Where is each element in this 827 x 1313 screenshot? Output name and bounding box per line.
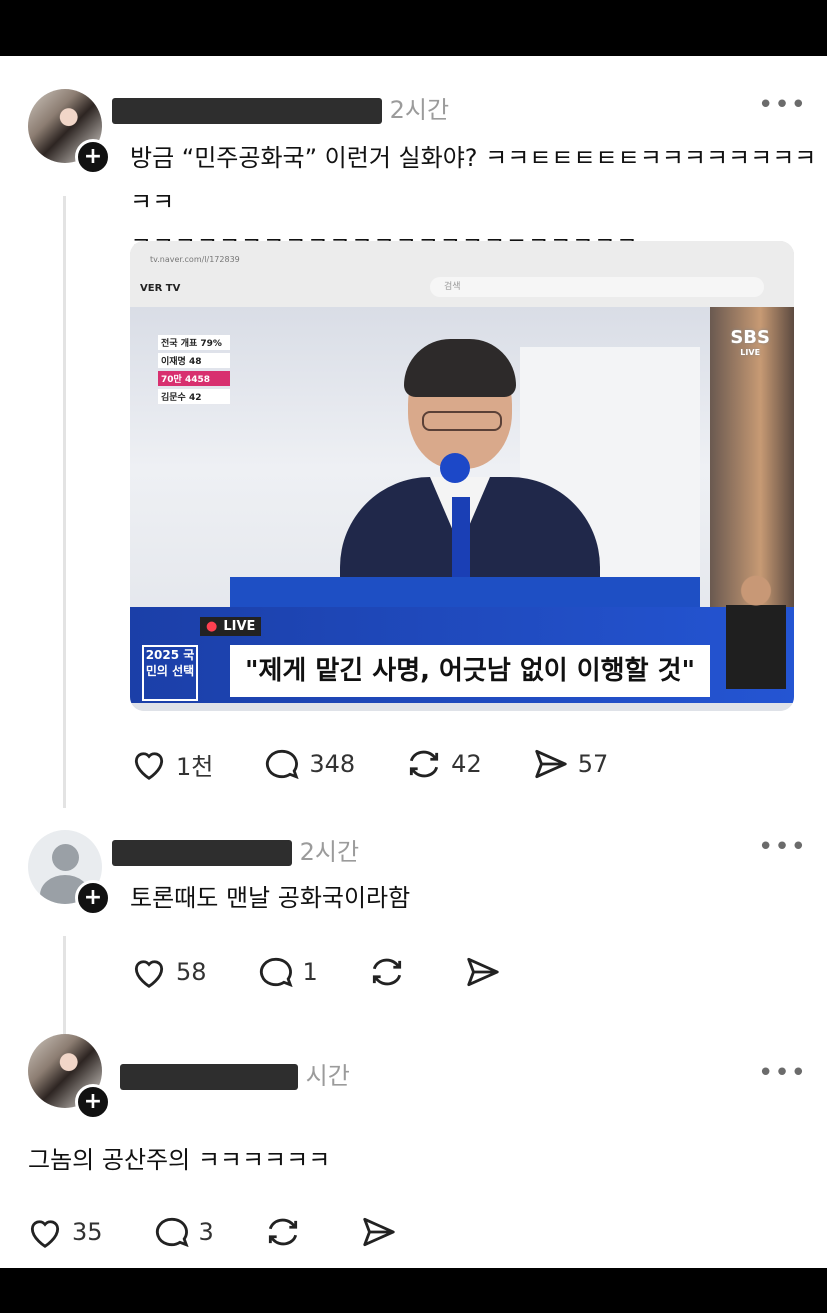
tally-row: 김문수 42	[158, 389, 230, 404]
more-options-icon[interactable]: •••	[758, 1058, 807, 1088]
post-header: 2시간	[112, 832, 359, 867]
share-button[interactable]: 57	[532, 746, 609, 782]
comment-count: 3	[198, 1218, 214, 1246]
post-time: 2시간	[299, 838, 360, 866]
news-lower-third: ● LIVE 2025 국민의 선택 "제게 맡긴 사명, 어긋남 없이 이행할 …	[130, 607, 794, 703]
more-options-icon[interactable]: •••	[758, 90, 807, 120]
comment-icon	[155, 1217, 189, 1248]
share-button[interactable]	[464, 954, 510, 990]
comment-icon	[259, 957, 293, 988]
like-button[interactable]: 35	[26, 1214, 103, 1250]
send-icon	[363, 1217, 395, 1247]
post-image[interactable]: tv.naver.com/l/172839 VER TV 검색 전국 개표 79…	[130, 241, 794, 711]
follow-plus-icon[interactable]: +	[75, 1084, 111, 1120]
redacted-username	[112, 840, 292, 866]
search-bar: 검색	[430, 277, 764, 297]
repost-icon	[372, 958, 401, 986]
comment-count: 1	[302, 958, 318, 986]
repost-button[interactable]: 42	[405, 746, 482, 782]
broadcaster-logo: SBS LIVE	[730, 327, 770, 357]
post-time: 시간	[305, 1062, 350, 1090]
post-text: 그놈의 공산주의 ㅋㅋㅋㅋㅋㅋ	[28, 1146, 331, 1174]
comment-button[interactable]: 348	[263, 746, 355, 782]
thread-line	[63, 936, 66, 1034]
like-button[interactable]: 58	[130, 954, 207, 990]
speaker-tie	[452, 497, 470, 587]
follow-plus-icon[interactable]: +	[75, 880, 111, 916]
repost-icon	[268, 1218, 297, 1246]
speaker-hair	[404, 339, 516, 397]
post-text-line: 방금 “민주공화국” 이런거 실화야? ㅋㅋㅌㅌㅌㅌㅌㅋㅋㅋㅋㅋㅋㅋㅋㅋㅋ	[130, 144, 817, 216]
repost-icon	[410, 750, 439, 778]
more-options-icon[interactable]: •••	[758, 832, 807, 862]
comment-button[interactable]: 1	[257, 954, 318, 990]
follow-plus-icon[interactable]: +	[75, 139, 111, 175]
post-text: 토론때도 맨날 공화국이라함	[130, 884, 411, 912]
heart-icon	[134, 752, 164, 780]
send-icon	[467, 957, 499, 987]
redacted-username	[112, 98, 382, 124]
comment-button[interactable]: 3	[153, 1214, 214, 1250]
send-icon	[535, 749, 567, 779]
heart-icon	[134, 960, 164, 988]
post-time: 2시간	[389, 96, 450, 124]
comment-icon	[266, 749, 299, 780]
post-actions: 58 1	[130, 954, 560, 990]
repost-count: 42	[451, 750, 482, 778]
thread-line	[63, 196, 66, 808]
post-actions: 1천 348 42 57	[130, 746, 658, 782]
brand-label: VER TV	[140, 283, 181, 294]
tally-row: 이재명 48	[158, 353, 230, 368]
tally-row: 70만 4458	[158, 371, 230, 386]
like-button[interactable]: 1천	[130, 746, 213, 782]
post-actions: 35 3	[26, 1214, 456, 1250]
post-header: 시간	[120, 1056, 350, 1091]
video-frame: 전국 개표 79% 이재명 48 70만 4458 김문수 42 SBS LIVE…	[130, 307, 794, 711]
program-badge: 2025 국민의 선택	[142, 645, 198, 701]
vote-tally: 전국 개표 79% 이재명 48 70만 4458 김문수 42	[158, 335, 230, 407]
microphone-icon	[440, 453, 470, 483]
broadcaster-sub: LIVE	[740, 348, 761, 357]
news-headline: "제게 맡긴 사명, 어긋남 없이 이행할 것"	[230, 645, 710, 697]
like-count: 35	[72, 1218, 103, 1246]
like-count: 1천	[176, 752, 214, 781]
broadcaster-name: SBS	[730, 327, 770, 348]
live-label: LIVE	[223, 619, 256, 634]
thread-screen: + 2시간 ••• 방금 “민주공화국” 이런거 실화야? ㅋㅋㅌㅌㅌㅌㅌㅋㅋㅋ…	[0, 56, 827, 1268]
comment-count: 348	[309, 750, 356, 778]
avatar-head	[52, 844, 79, 871]
sign-language-interpreter	[726, 569, 786, 689]
share-count: 57	[577, 750, 609, 778]
like-count: 58	[176, 958, 207, 986]
heart-icon	[30, 1220, 60, 1248]
post-header: 2시간	[112, 90, 449, 125]
live-badge: ● LIVE	[200, 617, 262, 636]
url-text: tv.naver.com/l/172839	[150, 255, 240, 264]
tally-row: 전국 개표 79%	[158, 335, 230, 350]
redacted-username	[120, 1064, 298, 1090]
repost-button[interactable]	[264, 1214, 310, 1250]
share-button[interactable]	[360, 1214, 406, 1250]
repost-button[interactable]	[368, 954, 414, 990]
glasses-icon	[422, 411, 502, 431]
browser-bar: tv.naver.com/l/172839 VER TV 검색	[130, 241, 794, 307]
